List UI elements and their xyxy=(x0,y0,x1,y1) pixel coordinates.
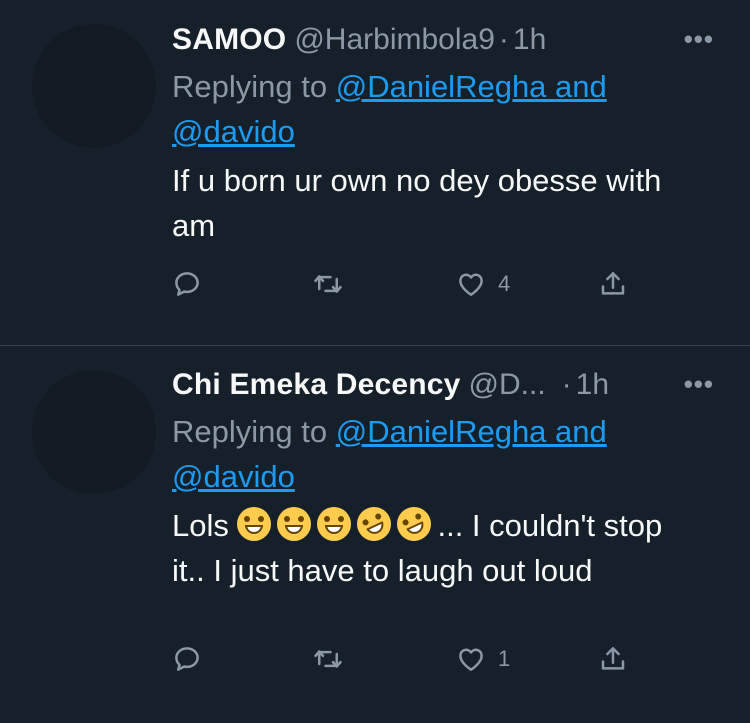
tweet-text: If u born ur own no dey obesse with am xyxy=(172,163,662,243)
tweet-text: Lols ... I couldn't stop it.. I just hav… xyxy=(172,501,692,593)
retweet-button[interactable] xyxy=(313,639,343,679)
like-button[interactable]: 4 xyxy=(456,264,510,304)
replying-to: Replying to @DanielRegha and @davido xyxy=(172,409,720,499)
display-name[interactable]: SAMOO xyxy=(172,23,286,57)
grinning-face-emoji xyxy=(237,507,272,541)
grinning-face-emoji xyxy=(317,507,352,541)
tweet-content: SAMOO @Harbimbola9 · 1h ••• Replying to … xyxy=(172,18,720,248)
timestamp[interactable]: 1h xyxy=(576,368,609,402)
tweet-header: Chi Emeka Decency @D... · 1h ••• xyxy=(172,363,720,407)
retweet-button[interactable] xyxy=(313,264,343,304)
grinning-face-emoji xyxy=(277,507,312,541)
reply-button[interactable] xyxy=(172,639,202,679)
rolling-on-floor-laughing-emoji xyxy=(391,501,438,547)
heart-icon xyxy=(459,273,483,296)
retweet-icon xyxy=(314,650,342,668)
replying-to-label: Replying to xyxy=(172,69,336,104)
share-icon xyxy=(601,272,625,295)
separator-dot: · xyxy=(498,23,509,56)
display-name[interactable]: Chi Emeka Decency xyxy=(172,368,461,402)
mention-link[interactable]: @DanielRegha and xyxy=(336,69,607,104)
tweet-header: SAMOO @Harbimbola9 · 1h ••• xyxy=(172,18,720,62)
share-button[interactable] xyxy=(598,639,628,679)
user-handle[interactable]: @Harbimbola9 xyxy=(294,23,495,57)
rolling-on-floor-laughing-emoji xyxy=(351,501,398,547)
avatar[interactable] xyxy=(32,24,156,148)
separator-dot: · xyxy=(561,368,572,401)
tweet[interactable]: Chi Emeka Decency @D... · 1h ••• Replyin… xyxy=(0,346,750,723)
retweet-icon xyxy=(314,275,342,293)
user-handle[interactable]: @D... xyxy=(469,368,546,402)
replying-to-label: Replying to xyxy=(172,414,336,449)
reply-icon xyxy=(175,272,199,296)
tweet-actions: 1 xyxy=(0,639,750,679)
more-options-icon[interactable]: ••• xyxy=(684,369,714,400)
more-options-icon[interactable]: ••• xyxy=(684,24,714,55)
heart-icon xyxy=(459,648,483,671)
avatar[interactable] xyxy=(32,370,156,494)
reply-icon xyxy=(175,647,199,671)
replying-to: Replying to @DanielRegha and @davido xyxy=(172,64,720,154)
tweet-content: Chi Emeka Decency @D... · 1h ••• Replyin… xyxy=(172,363,720,593)
tweet[interactable]: SAMOO @Harbimbola9 · 1h ••• Replying to … xyxy=(0,0,750,346)
mention-link[interactable]: @davido xyxy=(172,114,295,149)
mention-link[interactable]: @DanielRegha and xyxy=(336,414,607,449)
timestamp[interactable]: 1h xyxy=(513,23,546,57)
mention-link[interactable]: @davido xyxy=(172,459,295,494)
share-icon xyxy=(601,647,625,670)
reply-button[interactable] xyxy=(172,264,202,304)
like-count: 4 xyxy=(498,271,511,296)
tweet-actions: 4 xyxy=(0,264,750,304)
like-count: 1 xyxy=(498,646,511,671)
share-button[interactable] xyxy=(598,264,628,304)
like-button[interactable]: 1 xyxy=(456,639,510,679)
tweet-text-start: Lols xyxy=(172,508,238,543)
